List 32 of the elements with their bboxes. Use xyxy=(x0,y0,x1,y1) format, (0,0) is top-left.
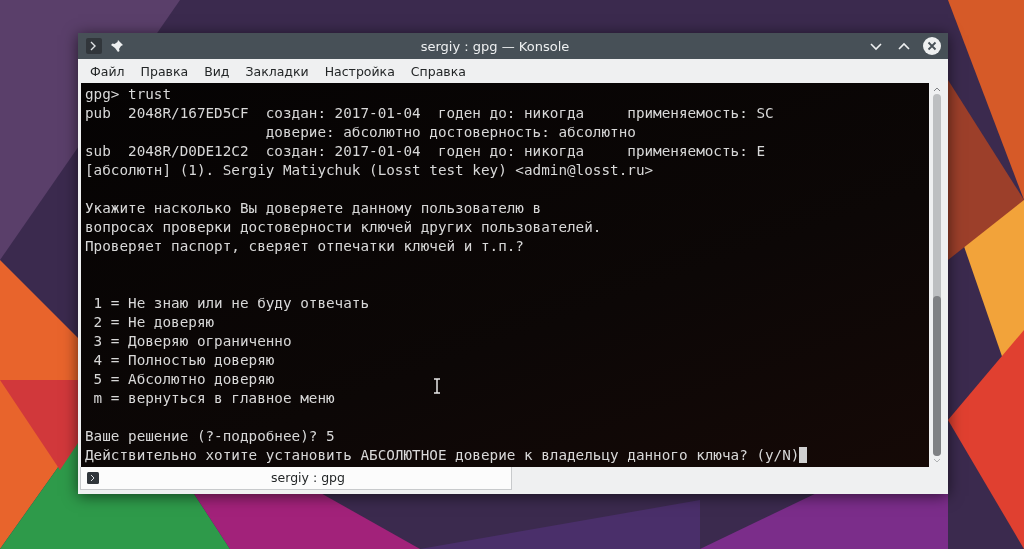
scroll-up-icon[interactable] xyxy=(933,85,941,92)
terminal-line: доверие: абсолютно достоверность: абсолютно xyxy=(264,122,636,142)
text-cursor xyxy=(799,446,808,463)
menu-item[interactable]: Справка xyxy=(402,61,474,81)
menu-item[interactable]: Настройка xyxy=(316,61,403,81)
menu-item[interactable]: Вид xyxy=(196,61,238,81)
terminal-line: 4 = Полностью доверяю xyxy=(92,350,275,370)
menu-item[interactable]: Файл xyxy=(82,61,133,81)
terminal-line: Ваше решение (?-подробнее)? 5 xyxy=(85,426,335,446)
terminal-tab[interactable]: sergiy : gpg xyxy=(80,466,512,490)
terminal-line: sub 2048R/D0DE12C2 создан: 2017-01-04 годен до: никогда применяемость: E xyxy=(85,141,765,161)
terminal-line: 3 = Доверяю ограниченно xyxy=(92,331,292,351)
terminal-line: Проверяет паспорт, сверяет отпечатки ключей и т.п.? xyxy=(85,236,524,256)
terminal-line: Укажите насколько Вы доверяете данному пользователю в xyxy=(85,198,542,218)
terminal-line: pub 2048R/167ED5CF создан: 2017-01-04 годен до: никогда применяемость: SC xyxy=(85,103,774,123)
terminal-icon[interactable] xyxy=(86,38,102,55)
terminal-line: m = вернуться в главное меню xyxy=(92,388,335,408)
terminal-line: 1 = Не знаю или не буду отвечать xyxy=(92,293,370,313)
terminal-line: Действительно хотите установить АБСОЛЮТНОЕ доверие к владельцу данного ключа? (y/N) xyxy=(85,445,808,465)
scrollbar-thumb[interactable] xyxy=(933,296,941,456)
pin-icon[interactable] xyxy=(110,39,124,54)
menu-item[interactable]: Правка xyxy=(132,61,197,81)
terminal-line: [абсолютн] (1). Sergiy Matiychuk (Losst test key) <admin@losst.ru> xyxy=(85,160,654,180)
ibeam-pointer-icon xyxy=(433,378,441,394)
terminal-line: gpg> trust xyxy=(85,84,172,104)
terminal-line: 2 = Не доверяю xyxy=(92,312,215,332)
close-button[interactable] xyxy=(922,36,942,57)
menu-item[interactable]: Закладки xyxy=(237,61,317,81)
terminal-line: 5 = Абсолютно доверяю xyxy=(92,369,275,389)
terminal-icon xyxy=(87,471,99,484)
terminal-line: вопросах проверки достоверности ключей других пользователей. xyxy=(85,217,602,237)
window-title: sergiy : gpg — Konsole xyxy=(419,38,571,54)
